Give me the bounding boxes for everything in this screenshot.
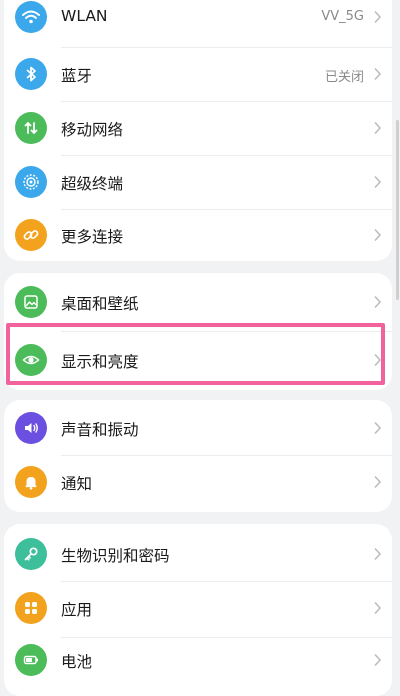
setting-row-wlan[interactable]: WLAN VV_5G: [4, 0, 392, 47]
battery-icon: [15, 644, 47, 676]
setting-row-mobile-network[interactable]: 移动网络: [4, 102, 392, 155]
chevron-right-icon: [373, 475, 382, 489]
security-card: 生物识别和密码 应用 电池: [4, 524, 392, 696]
apps-grid-icon: [15, 592, 47, 624]
setting-label: 电池: [61, 653, 93, 671]
connectivity-card: WLAN VV_5G 蓝牙 已关闭 移动网络 超级终端 更多连接: [4, 0, 392, 261]
setting-row-bluetooth[interactable]: 蓝牙 已关闭: [4, 48, 392, 101]
setting-row-super-terminal[interactable]: 超级终端: [4, 156, 392, 209]
key-icon: [15, 538, 47, 570]
chevron-right-icon: [373, 10, 382, 24]
highlight-box: [6, 323, 385, 385]
chevron-right-icon: [373, 121, 382, 135]
setting-row-sound-vibration[interactable]: 声音和振动: [4, 400, 392, 455]
setting-label: 生物识别和密码: [61, 547, 170, 565]
setting-label: 移动网络: [61, 121, 124, 139]
scrollbar[interactable]: [396, 120, 399, 300]
wifi-icon: [15, 1, 47, 33]
chevron-right-icon: [373, 67, 382, 81]
setting-value: 已关闭: [324, 70, 364, 85]
setting-label: 声音和振动: [61, 421, 139, 439]
bluetooth-icon: [15, 58, 47, 90]
chevron-right-icon: [373, 421, 382, 435]
chevron-right-icon: [373, 295, 382, 309]
chevron-right-icon: [373, 601, 382, 615]
chevron-right-icon: [373, 175, 382, 189]
mobile-data-icon: [15, 112, 47, 144]
super-terminal-icon: [15, 166, 47, 198]
setting-value: VV_5G: [321, 9, 364, 24]
speaker-icon: [15, 412, 47, 444]
setting-label: 更多连接: [61, 228, 124, 246]
wallpaper-icon: [15, 286, 47, 318]
setting-label: 通知: [61, 475, 93, 493]
sound-card: 声音和振动 通知: [4, 400, 392, 512]
setting-row-notifications[interactable]: 通知: [4, 456, 392, 512]
setting-label: 桌面和壁纸: [61, 295, 139, 313]
setting-row-more-connections[interactable]: 更多连接: [4, 210, 392, 261]
setting-row-battery[interactable]: 电池: [4, 638, 392, 696]
setting-row-biometrics-password[interactable]: 生物识别和密码: [4, 524, 392, 579]
chevron-right-icon: [373, 547, 382, 561]
setting-label: 蓝牙: [61, 67, 93, 85]
setting-label: WLAN: [61, 7, 108, 25]
bell-icon: [15, 466, 47, 498]
link-icon: [15, 219, 47, 251]
chevron-right-icon: [373, 228, 382, 242]
chevron-right-icon: [373, 653, 382, 667]
setting-label: 应用: [61, 601, 93, 619]
setting-label: 超级终端: [61, 175, 124, 193]
setting-row-apps[interactable]: 应用: [4, 582, 392, 637]
